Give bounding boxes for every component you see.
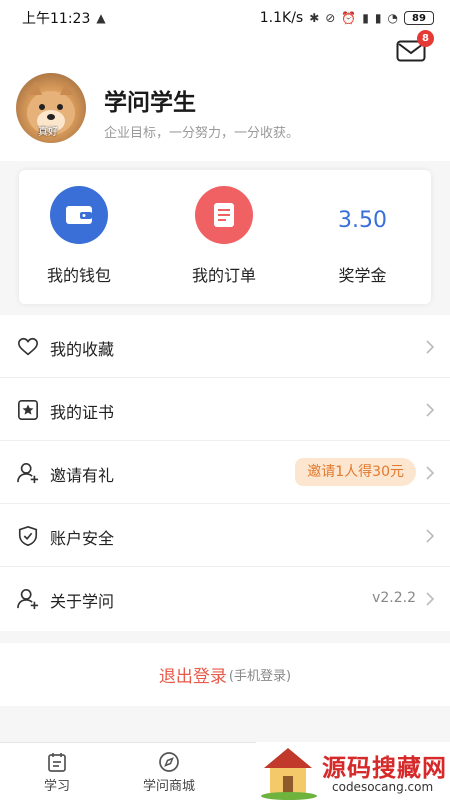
chevron-right-icon: [426, 340, 434, 354]
menu-item-favorites[interactable]: 我的收藏: [0, 315, 450, 378]
watermark-text: 源码搜藏网: [322, 754, 447, 782]
profile-section: 8 真好 学问学生 企业目标，一分努力，一分收获。: [0, 30, 450, 161]
menu-item-security[interactable]: 账户安全: [0, 504, 450, 567]
status-time: 上午11:23: [22, 11, 91, 27]
invite-reward-badge: 邀请1人得30元: [295, 458, 416, 486]
alarm-icon: ⏰: [341, 11, 357, 25]
mail-badge: 8: [417, 30, 434, 47]
signal-icon-2: ▮: [374, 11, 382, 25]
logout-button[interactable]: 退出登录 (手机登录): [0, 643, 450, 706]
orders-label: 我的订单: [191, 266, 256, 285]
bluetooth-icon: ✱: [309, 11, 320, 25]
status-left: 上午11:23 ▲: [22, 8, 106, 28]
compass-icon: [159, 752, 179, 772]
avatar-tag: 真好: [38, 127, 58, 138]
house-logo-icon: [261, 748, 317, 800]
signal-icon-1: ▮: [362, 11, 369, 25]
warning-icon: ▲: [96, 11, 106, 25]
invite-user-icon: [17, 463, 39, 484]
logout-label: 退出登录: [158, 667, 227, 687]
shield-icon: [18, 525, 38, 547]
status-right: 1.1K/s ✱ ⊘ ⏰ ▮ ▮ ◔ 89: [260, 10, 434, 26]
wallet-icon: [50, 186, 108, 244]
tab-mall[interactable]: 学问商城: [128, 743, 210, 800]
app-version: v2.2.2: [372, 590, 416, 606]
mail-button[interactable]: 8: [396, 30, 434, 62]
logout-method: (手机登录): [228, 669, 292, 684]
certificate-icon: [18, 400, 38, 420]
menu-list: 我的收藏 我的证书 邀请有礼 邀请1人得30元 账户安全 关于学问 v2.2.2: [0, 315, 450, 631]
menu-label-about: 关于学问: [50, 592, 115, 611]
calendar-icon: [48, 753, 66, 772]
tab-label-study: 学习: [43, 779, 70, 794]
tab-label-mall: 学问商城: [142, 779, 195, 794]
scholarship-entry[interactable]: 3.50 奖学金: [294, 170, 431, 304]
tab-study[interactable]: 学习: [22, 743, 92, 800]
battery-icon: 89: [404, 11, 434, 25]
stats-card: 我的钱包 我的订单 3.50 奖学金: [19, 170, 431, 304]
orders-entry[interactable]: 我的订单: [164, 170, 301, 304]
wifi-icon: ◔: [387, 11, 398, 25]
menu-label-certificates: 我的证书: [50, 403, 115, 422]
chevron-right-icon: [426, 403, 434, 417]
wallet-entry[interactable]: 我的钱包: [19, 170, 156, 304]
menu-label-security: 账户安全: [50, 529, 115, 548]
menu-item-certificates[interactable]: 我的证书: [0, 378, 450, 441]
scholarship-label: 奖学金: [338, 266, 387, 285]
network-speed: 1.1K/s: [259, 10, 304, 26]
menu-label-favorites: 我的收藏: [50, 340, 115, 359]
chevron-right-icon: [426, 592, 434, 606]
watermark: 源码搜藏网 codesocang.com: [256, 742, 450, 800]
scholarship-value: 3.50: [338, 208, 387, 233]
mute-icon: ⊘: [325, 11, 336, 25]
menu-item-about[interactable]: 关于学问 v2.2.2: [0, 567, 450, 630]
chevron-right-icon: [426, 466, 434, 480]
user-motto: 企业目标，一分努力，一分收获。: [104, 126, 300, 141]
user-name: 学问学生: [104, 90, 196, 116]
order-icon: [195, 186, 253, 244]
avatar[interactable]: 真好: [16, 73, 86, 143]
heart-icon: [18, 337, 38, 356]
watermark-url: codesocang.com: [332, 780, 434, 794]
menu-item-invite[interactable]: 邀请有礼 邀请1人得30元: [0, 441, 450, 504]
chevron-right-icon: [426, 529, 434, 543]
wallet-label: 我的钱包: [46, 266, 111, 285]
status-bar: 上午11:23 ▲ 1.1K/s ✱ ⊘ ⏰ ▮ ▮ ◔ 89: [0, 0, 450, 36]
menu-label-invite: 邀请有礼: [50, 466, 115, 485]
about-user-icon: [17, 589, 39, 610]
